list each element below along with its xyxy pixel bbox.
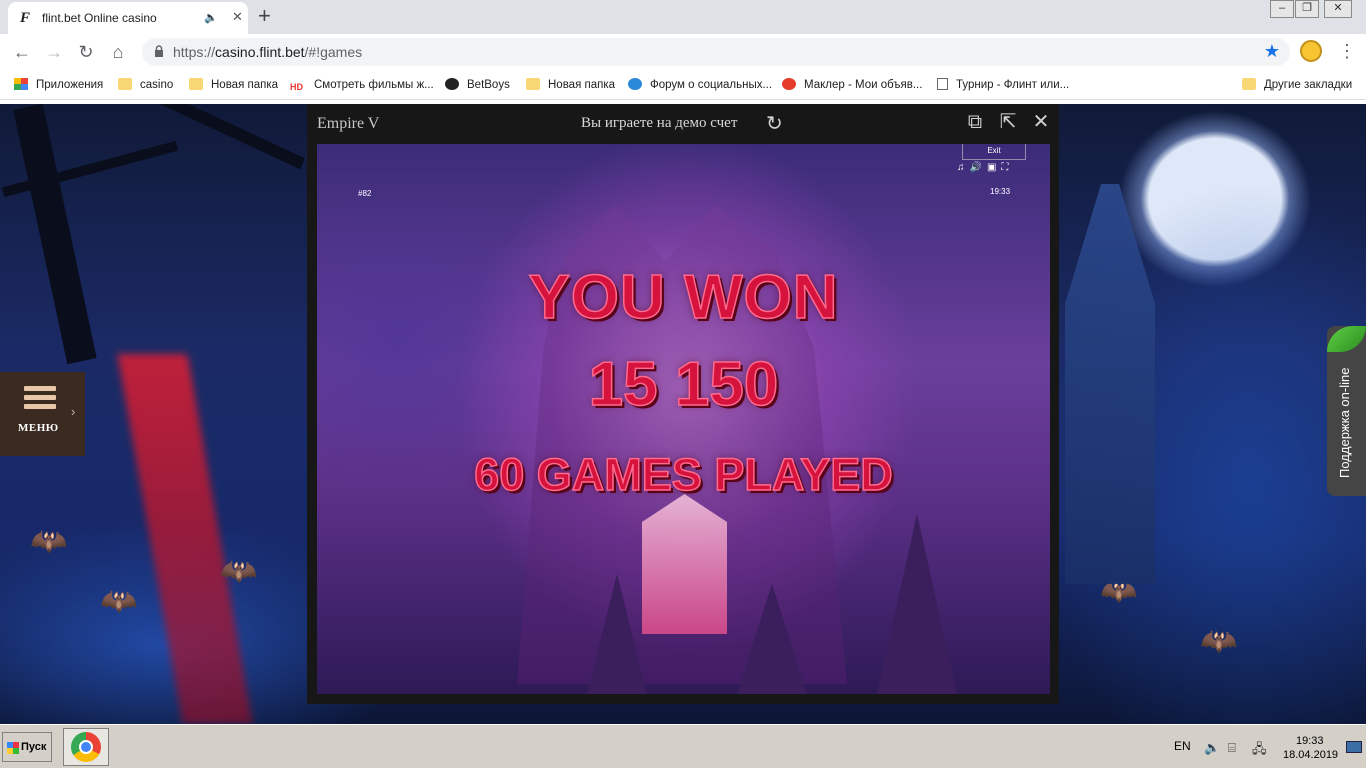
bookmark-casino[interactable]: casino: [118, 77, 173, 95]
language-indicator[interactable]: EN: [1174, 739, 1191, 753]
url-text: https://casino.flint.bet/#!games: [173, 44, 363, 60]
folder-icon: [526, 78, 540, 90]
extension-icon[interactable]: [1300, 40, 1322, 62]
side-menu-button[interactable]: МЕНЮ ›: [0, 372, 85, 456]
leaf-icon: [1327, 326, 1366, 352]
folder-icon: [118, 78, 132, 90]
hud-controls[interactable]: ♫🔊▣⛶: [957, 162, 1013, 173]
support-online-button[interactable]: Поддержка on-line: [1327, 326, 1366, 496]
tab-strip: F flint.bet Online casino 🔈 ✕ + – ❐ ✕: [0, 0, 1366, 34]
apps-icon: [14, 78, 28, 90]
game-modal: Empire V Вы играете на демо счет ↻ ⧉ ⇱ ✕…: [307, 104, 1059, 704]
games-played-text: 60 GAMES PLAYED: [474, 448, 894, 501]
betboys-icon: [445, 78, 459, 90]
bookmark-betboys[interactable]: BetBoys: [445, 77, 510, 95]
bookmark-forum[interactable]: Форум о социальных...: [628, 77, 772, 95]
back-button[interactable]: ←: [10, 41, 34, 63]
support-label: Поддержка on-line: [1337, 367, 1352, 478]
game-canvas[interactable]: Exit ♫🔊▣⛶ 19:33 #82 YOU WON 15 150 60 GA…: [317, 144, 1050, 694]
bookmark-other[interactable]: Другие закладки: [1242, 77, 1352, 95]
system-tray: 🔈 ⌸ 🖧: [1196, 731, 1366, 765]
castle-decoration: [1065, 184, 1155, 584]
game-title: Empire V: [317, 115, 380, 132]
page-icon: [937, 78, 948, 90]
spire-decoration: [877, 514, 957, 694]
flint-logo-icon: F: [20, 10, 31, 26]
browser-toolbar: ← → ↻ ⌂ https://casino.flint.bet/#!games…: [0, 34, 1366, 70]
chrome-menu-icon[interactable]: ⋮: [1338, 40, 1356, 62]
refresh-icon[interactable]: ↻: [766, 111, 783, 136]
bat-decoration: 🦇: [30, 525, 68, 558]
new-tab-button[interactable]: +: [258, 4, 271, 28]
bat-decoration: 🦇: [1200, 625, 1238, 658]
z-icon: [628, 78, 642, 90]
restore-button[interactable]: ❐: [1295, 0, 1319, 18]
clock-date[interactable]: 18.04.2019: [1283, 749, 1338, 761]
folder-icon: [1242, 78, 1256, 90]
bookmark-new-folder[interactable]: Новая папка: [189, 77, 278, 95]
show-desktop-icon[interactable]: [1346, 741, 1362, 753]
chrome-icon: [71, 732, 101, 762]
network-icon[interactable]: 🖧: [1252, 740, 1267, 762]
win-amount: 15 150: [588, 349, 779, 420]
fullscreen-icon[interactable]: ⛶: [1001, 162, 1013, 173]
bookmark-new-folder-2[interactable]: Новая папка: [526, 77, 615, 95]
bat-decoration: 🦇: [220, 555, 258, 588]
chevron-right-icon: ›: [71, 404, 76, 419]
settings-icon[interactable]: ▣: [987, 162, 1001, 173]
music-icon[interactable]: ♫: [957, 162, 970, 173]
tab-title: flint.bet Online casino: [42, 11, 157, 25]
tab-audio-icon[interactable]: 🔈: [204, 11, 218, 24]
bookmark-star-icon[interactable]: ★: [1264, 41, 1280, 62]
power-icon[interactable]: ⌸: [1228, 740, 1236, 756]
close-modal-icon[interactable]: ✕: [1030, 112, 1052, 134]
demo-notice: Вы играете на демо счет: [581, 115, 738, 131]
menu-label: МЕНЮ: [18, 422, 59, 434]
reload-button[interactable]: ↻: [74, 41, 98, 63]
window-close-button[interactable]: ✕: [1324, 0, 1352, 18]
address-bar[interactable]: https://casino.flint.bet/#!games ★: [142, 38, 1290, 66]
round-id: #82: [358, 189, 372, 198]
minimize-button[interactable]: –: [1270, 0, 1294, 18]
home-button[interactable]: ⌂: [106, 41, 130, 63]
you-won-text: YOU WON: [528, 262, 839, 333]
sound-icon[interactable]: 🔊: [970, 162, 987, 173]
tree-branch: [13, 104, 97, 365]
red-glow-decoration: [117, 354, 253, 724]
tab-close-icon[interactable]: ✕: [232, 9, 243, 25]
bookmark-apps[interactable]: Приложения: [14, 77, 103, 95]
taskbar: Пуск EN 🔈 ⌸ 🖧 19:33 18.04.2019: [0, 724, 1366, 768]
open-external-icon[interactable]: ⇱: [997, 112, 1019, 134]
bookmark-tournament[interactable]: Турнир - Флинт или...: [937, 77, 1069, 95]
bookmarks-bar: Приложения casino Новая папка HD Смотреть…: [0, 70, 1366, 100]
windows-logo-icon: [7, 742, 19, 754]
hd-icon: HD: [290, 82, 303, 92]
bat-decoration: 🦇: [100, 585, 138, 618]
tab-flint-bet[interactable]: F flint.bet Online casino 🔈 ✕: [8, 2, 248, 34]
volume-icon[interactable]: 🔈: [1204, 740, 1220, 756]
casino-page: 🦇 🦇 🦇 🦇 🦇 МЕНЮ › Поддержка on-line Empir…: [0, 104, 1366, 724]
bookmark-movies[interactable]: HD Смотреть фильмы ж...: [290, 77, 434, 95]
exit-button[interactable]: Exit: [962, 144, 1026, 160]
browser-chrome: F flint.bet Online casino 🔈 ✕ + – ❐ ✕ ← …: [0, 0, 1366, 104]
forward-button[interactable]: →: [42, 41, 66, 63]
hamburger-icon: [24, 386, 56, 413]
clock-time[interactable]: 19:33: [1296, 735, 1324, 747]
cathedral-window: [642, 494, 727, 634]
game-clock: 19:33: [990, 187, 1011, 196]
lock-icon: [155, 45, 163, 57]
bookmark-makler[interactable]: Маклер - Мои объяв...: [782, 77, 922, 95]
tree-branch: [154, 104, 306, 170]
flower-icon: [782, 78, 796, 90]
folder-icon: [189, 78, 203, 90]
taskbar-chrome-button[interactable]: [63, 728, 109, 766]
resize-icon[interactable]: ⧉: [964, 112, 986, 134]
start-button[interactable]: Пуск: [2, 732, 52, 762]
